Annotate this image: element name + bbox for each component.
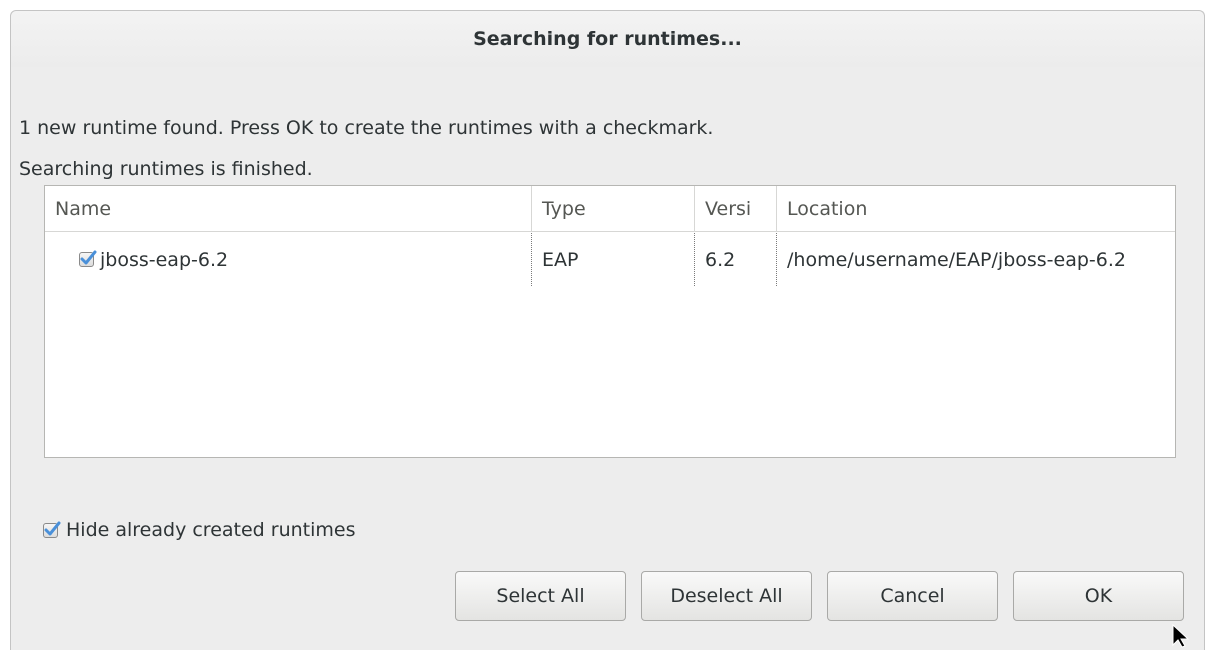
cancel-button[interactable]: Cancel (827, 571, 998, 621)
cell-version: 6.2 (695, 233, 777, 286)
cell-type: EAP (532, 233, 695, 286)
checkmark-icon (80, 250, 97, 265)
deselect-all-button[interactable]: Deselect All (641, 571, 812, 621)
runtimes-table: Name Type Versi Location jboss-eap-6.2 E… (44, 185, 1176, 458)
column-header-version[interactable]: Versi (695, 186, 777, 232)
cell-location: /home/username/EAP/jboss-eap-6.2 (787, 248, 1127, 271)
column-header-location[interactable]: Location (777, 186, 1175, 232)
status-message: Searching runtimes is finished. (19, 158, 313, 180)
mouse-pointer-icon (1172, 624, 1190, 648)
hide-created-checkbox[interactable] (43, 521, 61, 538)
checkmark-icon (44, 521, 61, 535)
runtime-search-dialog: Searching for runtimes... 1 new runtime … (10, 10, 1205, 650)
column-header-type[interactable]: Type (532, 186, 695, 232)
column-header-name[interactable]: Name (45, 186, 532, 232)
ok-button[interactable]: OK (1013, 571, 1184, 621)
select-all-button[interactable]: Select All (455, 571, 626, 621)
row-checkbox[interactable] (79, 250, 97, 267)
cell-name: jboss-eap-6.2 (45, 233, 532, 286)
table-row[interactable]: jboss-eap-6.2 EAP 6.2 /home/username/EAP… (45, 233, 1175, 286)
runtime-name: jboss-eap-6.2 (100, 248, 229, 271)
result-message: 1 new runtime found. Press OK to create … (19, 117, 714, 139)
table-header: Name Type Versi Location (45, 186, 1175, 232)
hide-created-label: Hide already created runtimes (66, 519, 356, 541)
dialog-title: Searching for runtimes... (11, 11, 1204, 67)
hide-created-runtimes-option[interactable]: Hide already created runtimes (43, 519, 355, 541)
